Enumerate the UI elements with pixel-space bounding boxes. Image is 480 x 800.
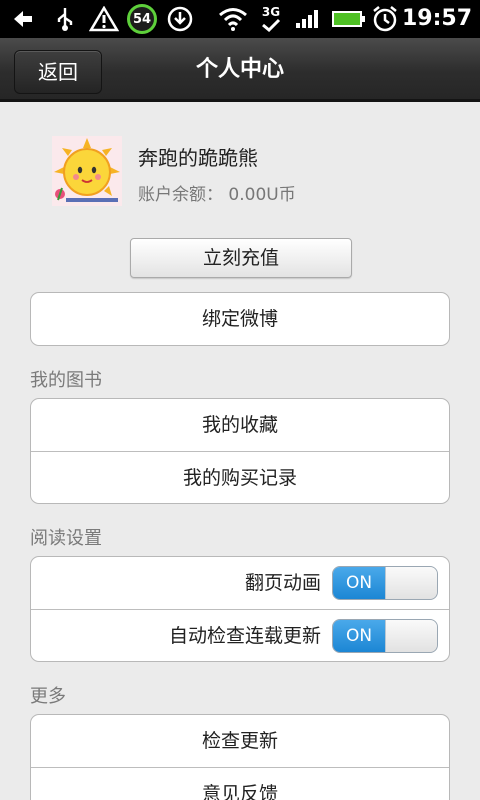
warning-icon bbox=[88, 0, 120, 38]
account-balance: 账户余额： 0.00U币 bbox=[138, 180, 296, 205]
status-bar: 54 3G 19:57 bbox=[0, 0, 480, 38]
page-animation-row: 翻页动画 ON bbox=[31, 557, 449, 609]
recharge-button[interactable]: 立刻充值 bbox=[130, 238, 352, 278]
auto-check-updates-label: 自动检查连载更新 bbox=[168, 625, 321, 647]
purchase-history-item[interactable]: 我的购买记录 bbox=[31, 451, 449, 503]
network-3g-indicator: 3G bbox=[256, 0, 286, 38]
bind-weibo-button[interactable]: 绑定微博 bbox=[31, 293, 449, 345]
more-group: 检查更新 意见反馈 bbox=[30, 714, 450, 800]
balance-label: 账户余额： bbox=[138, 185, 223, 205]
auto-check-updates-row: 自动检查连载更新 ON bbox=[31, 609, 449, 661]
page-animation-toggle[interactable]: ON bbox=[332, 566, 438, 600]
section-title-more: 更多 bbox=[30, 686, 66, 707]
toggle-on-label: ON bbox=[333, 567, 385, 599]
balance-value: 0.00U币 bbox=[228, 185, 296, 205]
reading-settings-group: 翻页动画 ON 自动检查连载更新 ON bbox=[30, 556, 450, 662]
page-animation-label: 翻页动画 bbox=[244, 572, 321, 594]
avatar bbox=[52, 136, 122, 206]
username: 奔跑的跪跪熊 bbox=[138, 146, 258, 170]
my-favorites-item[interactable]: 我的收藏 bbox=[31, 399, 449, 451]
check-update-item[interactable]: 检查更新 bbox=[31, 715, 449, 767]
my-books-group: 我的收藏 我的购买记录 bbox=[30, 398, 450, 504]
notification-icon bbox=[8, 0, 38, 38]
toggle-knob bbox=[385, 567, 437, 599]
content-area: 奔跑的跪跪熊 账户余额： 0.00U币 立刻充值 绑定微博 我的图书 我的收藏 … bbox=[0, 102, 480, 800]
auto-check-updates-toggle[interactable]: ON bbox=[332, 619, 438, 653]
download-icon bbox=[164, 0, 196, 38]
bind-weibo-group: 绑定微博 bbox=[30, 292, 450, 346]
battery-percent: 54 bbox=[127, 4, 157, 34]
toggle-on-label: ON bbox=[333, 620, 385, 652]
section-title-reading-settings: 阅读设置 bbox=[30, 528, 102, 549]
feedback-item[interactable]: 意见反馈 bbox=[31, 767, 449, 800]
battery-icon bbox=[328, 0, 366, 38]
alarm-icon bbox=[370, 0, 400, 38]
title-bar: 返回 个人中心 bbox=[0, 38, 480, 102]
wifi-icon bbox=[216, 0, 250, 38]
sun-avatar-image bbox=[52, 136, 122, 206]
section-title-my-books: 我的图书 bbox=[30, 370, 102, 391]
status-time: 19:57 bbox=[401, 6, 472, 31]
network-type-label: 3G bbox=[261, 5, 281, 19]
usb-icon bbox=[52, 0, 78, 38]
signal-icon bbox=[292, 0, 322, 38]
page-title: 个人中心 bbox=[195, 57, 284, 82]
battery-level-badge: 54 bbox=[124, 0, 160, 38]
toggle-knob bbox=[385, 620, 437, 652]
